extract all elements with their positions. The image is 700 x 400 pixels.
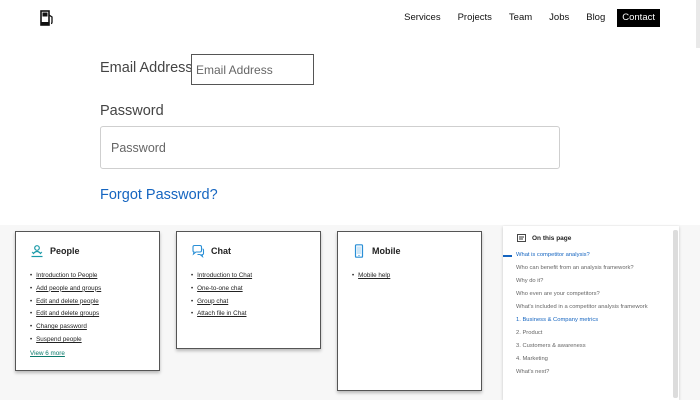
toc-item[interactable]: 1. Business & Company metrics bbox=[503, 317, 668, 324]
panel-scrollbar[interactable] bbox=[673, 230, 678, 398]
on-this-page-title: On this page bbox=[532, 234, 572, 242]
list-item: Introduction to Chat bbox=[191, 270, 252, 283]
people-card-title: People bbox=[50, 246, 80, 256]
toc-item[interactable]: What's included in a competitor analysis… bbox=[503, 304, 668, 311]
people-link[interactable]: Edit and delete groups bbox=[36, 310, 99, 317]
list-item: Group chat bbox=[191, 296, 252, 309]
people-links-list: Introduction to People Add people and gr… bbox=[30, 270, 101, 347]
toc-item[interactable]: Who even are your competitors? bbox=[503, 291, 668, 298]
chat-card-title: Chat bbox=[211, 246, 231, 256]
people-card-header: People bbox=[30, 244, 80, 258]
nav-jobs-link[interactable]: Jobs bbox=[549, 9, 569, 27]
toc-item[interactable]: 4. Marketing bbox=[503, 356, 668, 363]
nav-services-link[interactable]: Services bbox=[404, 9, 440, 27]
top-nav: Services Projects Team Jobs Blog Contact bbox=[387, 9, 660, 27]
chat-link[interactable]: One-to-one chat bbox=[197, 285, 243, 292]
list-item: Mobile help bbox=[352, 270, 390, 283]
chat-link[interactable]: Introduction to Chat bbox=[197, 272, 252, 279]
mobile-card-header: Mobile bbox=[352, 244, 401, 258]
mobile-links-list: Mobile help bbox=[352, 270, 390, 283]
mobile-card-title: Mobile bbox=[372, 246, 401, 256]
people-icon bbox=[31, 245, 43, 258]
people-link[interactable]: Suspend people bbox=[36, 336, 82, 343]
list-item: Add people and groups bbox=[30, 283, 101, 296]
toc-item[interactable]: What's next? bbox=[503, 369, 668, 376]
password-input[interactable] bbox=[100, 126, 560, 169]
on-this-page-panel: On this page What is competitor analysis… bbox=[503, 226, 679, 400]
forgot-password-link[interactable]: Forgot Password? bbox=[100, 187, 218, 203]
chat-link[interactable]: Attach file in Chat bbox=[197, 310, 246, 317]
chat-link[interactable]: Group chat bbox=[197, 298, 228, 305]
mobile-link[interactable]: Mobile help bbox=[358, 272, 390, 279]
on-this-page-list: What is competitor analysis? Who can ben… bbox=[503, 252, 668, 382]
chat-icon bbox=[192, 244, 205, 258]
list-item: Suspend people bbox=[30, 334, 101, 347]
page-scrollbar[interactable] bbox=[696, 0, 700, 48]
nav-team-link[interactable]: Team bbox=[509, 9, 532, 27]
chat-card: Chat Introduction to Chat One-to-one cha… bbox=[176, 231, 321, 349]
chat-card-header: Chat bbox=[191, 244, 231, 258]
list-item: Change password bbox=[30, 321, 101, 334]
people-card: People Introduction to People Add people… bbox=[15, 231, 160, 371]
nav-projects-link[interactable]: Projects bbox=[458, 9, 492, 27]
password-label: Password bbox=[100, 103, 164, 119]
toc-item-active[interactable]: What is competitor analysis? bbox=[503, 252, 668, 259]
list-item: Introduction to People bbox=[30, 270, 101, 283]
list-item: Edit and delete people bbox=[30, 296, 101, 309]
toc-item[interactable]: 3. Customers & awareness bbox=[503, 343, 668, 350]
people-link[interactable]: Introduction to People bbox=[36, 272, 97, 279]
toc-item[interactable]: 2. Product bbox=[503, 330, 668, 337]
on-this-page-header: On this page bbox=[517, 234, 571, 242]
view-more-link[interactable]: View 6 more bbox=[30, 350, 65, 357]
list-item: Attach file in Chat bbox=[191, 308, 252, 321]
toc-item[interactable]: Who can benefit from an analysis framewo… bbox=[503, 265, 668, 272]
people-link[interactable]: Add people and groups bbox=[36, 285, 101, 292]
people-link[interactable]: Change password bbox=[36, 323, 87, 330]
list-item: One-to-one chat bbox=[191, 283, 252, 296]
nav-blog-link[interactable]: Blog bbox=[586, 9, 605, 27]
chat-links-list: Introduction to Chat One-to-one chat Gro… bbox=[191, 270, 252, 321]
fuel-pump-logo-icon[interactable] bbox=[40, 10, 54, 26]
mobile-card: Mobile Mobile help bbox=[337, 231, 482, 391]
people-link[interactable]: Edit and delete people bbox=[36, 298, 99, 305]
email-label: Email Address bbox=[100, 60, 193, 76]
table-of-contents-icon bbox=[517, 234, 526, 242]
list-item: Edit and delete groups bbox=[30, 308, 101, 321]
email-input[interactable] bbox=[191, 54, 314, 85]
mobile-phone-icon bbox=[354, 244, 364, 258]
contact-button[interactable]: Contact bbox=[617, 9, 660, 27]
toc-item[interactable]: Why do it? bbox=[503, 278, 668, 285]
